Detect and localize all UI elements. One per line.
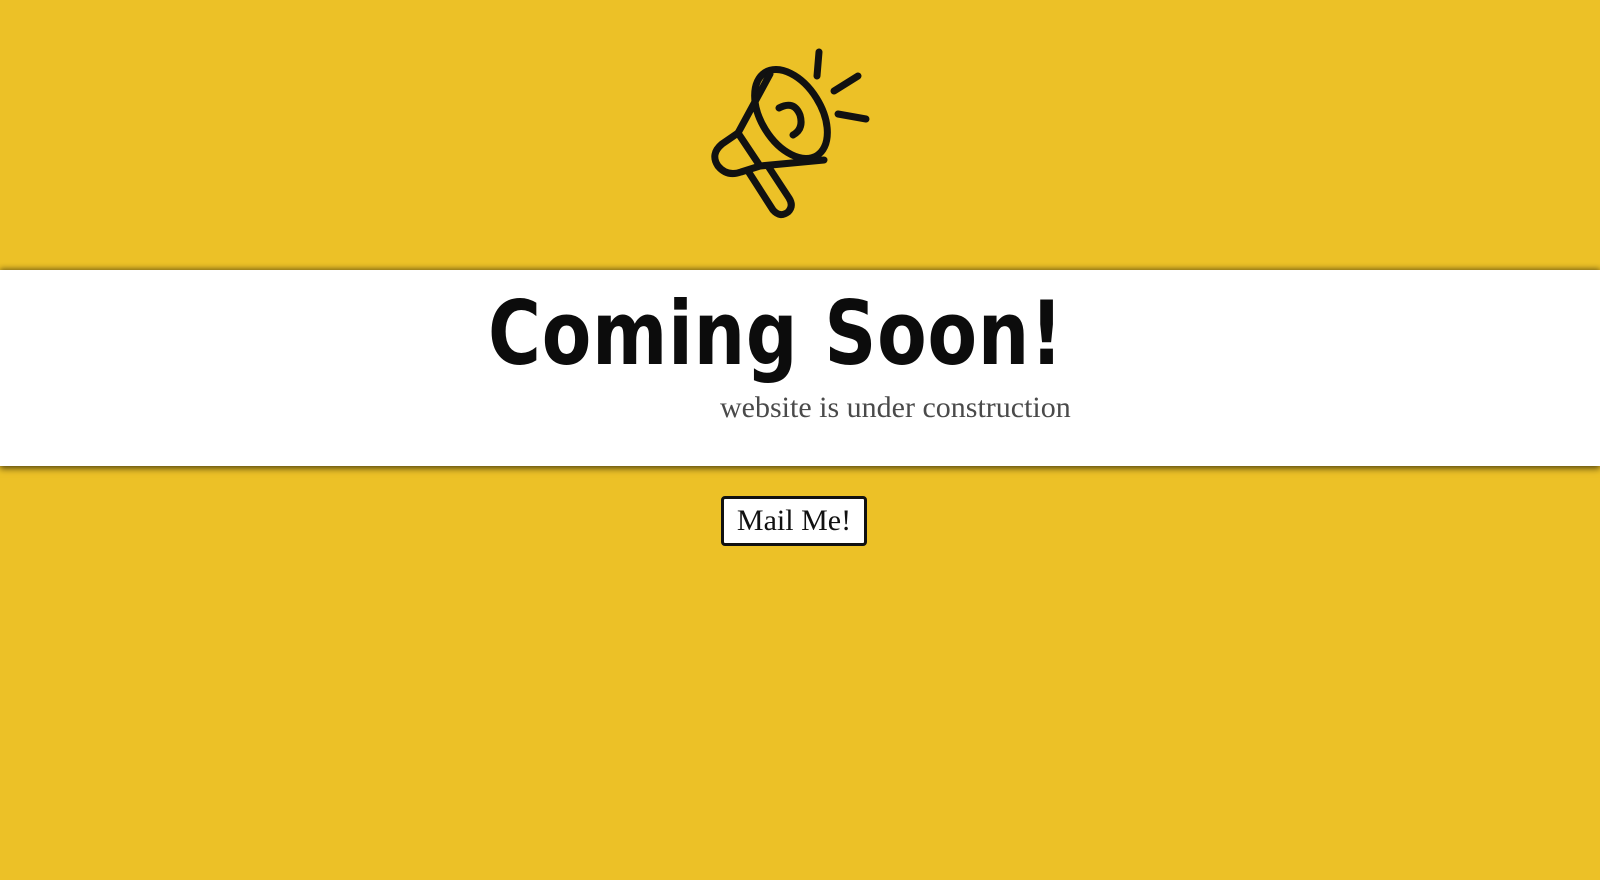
megaphone-icon: [711, 48, 870, 219]
mail-me-button[interactable]: Mail Me!: [721, 496, 867, 546]
coming-soon-page: Coming Soon! website is under constructi…: [0, 0, 1600, 880]
page-title: Coming Soon!: [488, 282, 1064, 385]
page-subtitle: website is under construction: [720, 391, 1071, 424]
